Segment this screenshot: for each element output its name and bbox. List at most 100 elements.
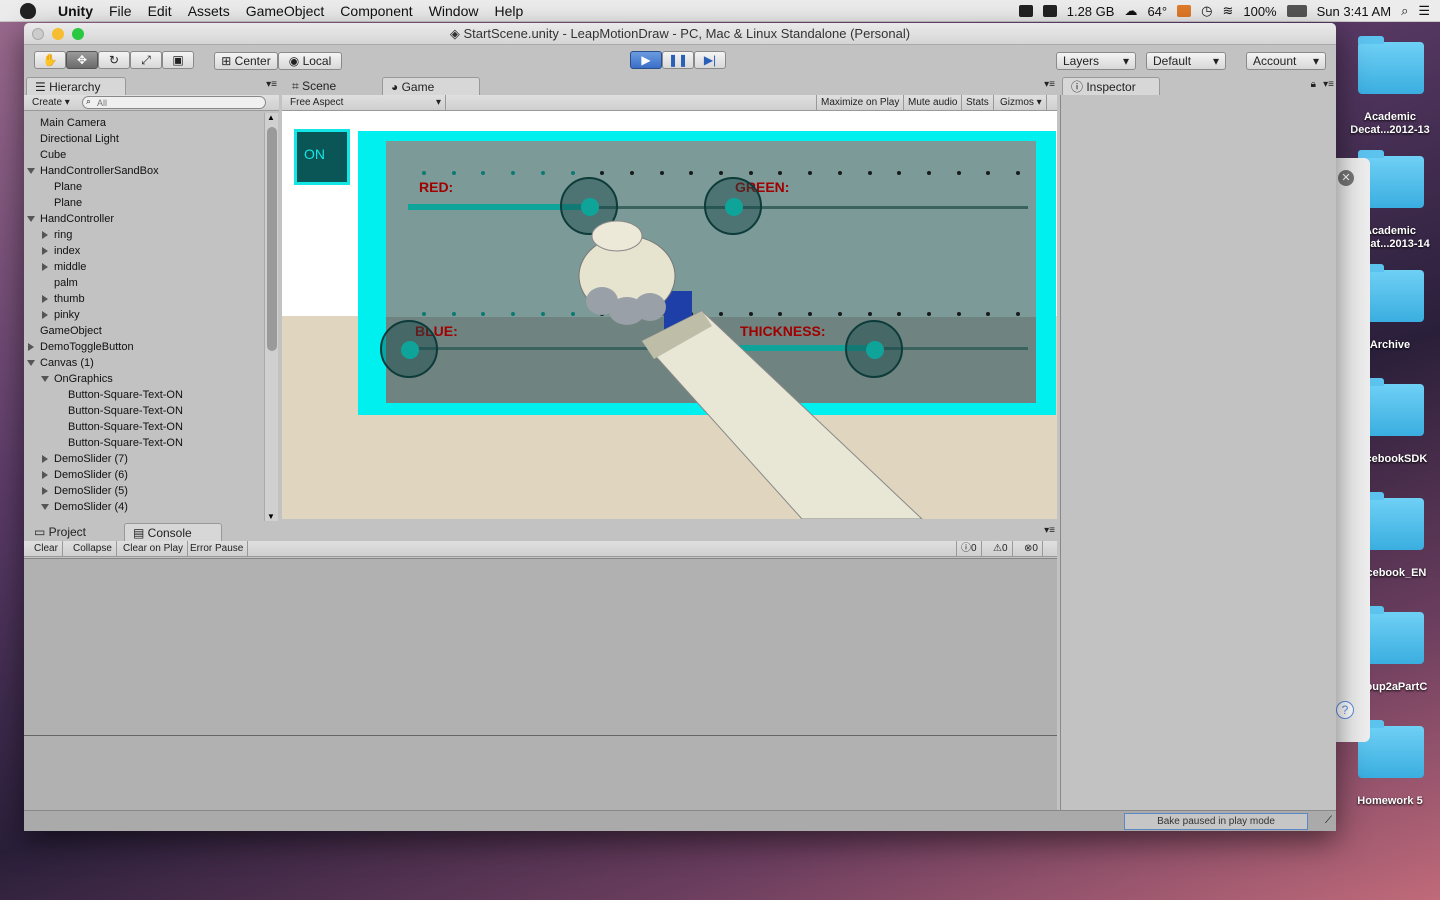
pivot-local-button[interactable]: ◉ Local <box>278 52 342 70</box>
resize-grip-icon[interactable]: ⟋ <box>1325 815 1332 826</box>
panel-menu-icon[interactable]: ▾≡ <box>1323 79 1334 90</box>
create-dropdown[interactable]: Create ▾ <box>28 95 74 110</box>
battery-percent[interactable]: 100% <box>1243 4 1276 19</box>
hierarchy-search-input[interactable] <box>82 96 266 109</box>
battery-app-icon[interactable] <box>1177 5 1192 17</box>
hierarchy-scrollbar[interactable]: ▲ ▼ <box>264 113 278 521</box>
menu-help[interactable]: Help <box>486 3 531 19</box>
panel-menu-icon[interactable]: ▾≡ <box>1044 525 1055 536</box>
hierarchy-item[interactable]: GameObject <box>40 323 102 339</box>
collapsed-arrow-icon[interactable] <box>42 455 48 463</box>
apple-icon[interactable] <box>20 2 36 19</box>
hierarchy-item[interactable]: Button-Square-Text-ON <box>68 387 183 403</box>
hierarchy-item[interactable]: Button-Square-Text-ON <box>68 403 183 419</box>
hand-tool-icon[interactable]: ✋ <box>34 51 66 69</box>
layout-dropdown[interactable]: Default ▾ <box>1146 52 1226 70</box>
scroll-down-icon[interactable]: ▼ <box>267 512 275 521</box>
notification-center-icon[interactable]: ☰ <box>1418 3 1430 19</box>
menu-component[interactable]: Component <box>332 3 420 19</box>
maximize-on-play-toggle[interactable]: Maximize on Play <box>816 95 905 110</box>
hierarchy-item[interactable]: OnGraphics <box>41 371 113 387</box>
hierarchy-item[interactable]: HandControllerSandBox <box>27 163 159 179</box>
game-view[interactable]: ON RED: GREEN: BLUE: THICKNESS: <box>282 111 1057 519</box>
lock-icon[interactable]: 🔒︎ <box>1311 79 1316 90</box>
pivot-center-button[interactable]: ⊞ Center <box>214 52 278 70</box>
clock[interactable]: Sun 3:41 AM <box>1317 4 1391 19</box>
help-icon[interactable]: ? <box>1336 701 1354 719</box>
close-window-button[interactable] <box>32 28 44 40</box>
step-button[interactable]: ▶| <box>694 51 726 69</box>
collapsed-arrow-icon[interactable] <box>42 295 48 303</box>
error-filter-toggle[interactable]: ⊗0 <box>1020 541 1043 556</box>
tab-project[interactable]: ▭ Project <box>26 523 122 541</box>
hierarchy-item[interactable]: HandController <box>27 211 114 227</box>
pause-button[interactable]: ❚❚ <box>662 51 694 69</box>
wifi-icon[interactable]: ≋ <box>1222 3 1233 19</box>
collapsed-arrow-icon[interactable] <box>42 263 48 271</box>
minimize-window-button[interactable] <box>52 28 64 40</box>
hierarchy-item[interactable]: palm <box>54 275 78 291</box>
move-tool-icon[interactable]: ✥ <box>66 51 98 69</box>
warning-filter-toggle[interactable]: ⚠0 <box>989 541 1013 556</box>
console-divider[interactable] <box>24 735 1057 736</box>
panel-menu-icon[interactable]: ▾≡ <box>1044 79 1055 90</box>
tab-hierarchy[interactable]: ☰ Hierarchy <box>26 77 126 95</box>
expanded-arrow-icon[interactable] <box>27 168 35 174</box>
hierarchy-item[interactable]: Main Camera <box>40 115 106 131</box>
menu-gameobject[interactable]: GameObject <box>238 3 333 19</box>
collapse-toggle[interactable]: Collapse <box>69 541 117 556</box>
weather-icon[interactable]: ☁ <box>1124 3 1137 19</box>
mute-audio-toggle[interactable]: Mute audio <box>904 95 963 110</box>
tab-game[interactable]: ◕ Game <box>382 77 480 95</box>
panel-menu-icon[interactable]: ▾≡ <box>266 79 277 90</box>
hierarchy-item[interactable]: index <box>42 243 80 259</box>
memory-icon[interactable] <box>1042 5 1057 17</box>
clear-on-play-toggle[interactable]: Clear on Play <box>119 541 189 556</box>
hierarchy-item[interactable]: DemoSlider (5) <box>42 483 128 499</box>
gizmos-dropdown[interactable]: Gizmos ▾ <box>996 95 1047 110</box>
expanded-arrow-icon[interactable] <box>41 504 49 510</box>
collapsed-arrow-icon[interactable] <box>42 231 48 239</box>
account-dropdown[interactable]: Account ▾ <box>1246 52 1326 70</box>
collapsed-arrow-icon[interactable] <box>42 471 48 479</box>
hierarchy-item[interactable]: ring <box>42 227 72 243</box>
play-button[interactable]: ▶ <box>630 51 662 69</box>
hierarchy-item[interactable]: DemoSlider (4) <box>41 499 128 515</box>
tab-console[interactable]: ▤ Console <box>124 523 222 541</box>
collapsed-arrow-icon[interactable] <box>42 247 48 255</box>
hierarchy-item[interactable]: thumb <box>42 291 85 307</box>
menu-assets[interactable]: Assets <box>180 3 238 19</box>
layers-dropdown[interactable]: Layers ▾ <box>1056 52 1136 70</box>
console-log-area[interactable] <box>24 558 1057 810</box>
hierarchy-item[interactable]: Plane <box>54 179 82 195</box>
scroll-thumb[interactable] <box>267 127 277 351</box>
adobe-icon[interactable] <box>1018 5 1033 17</box>
battery-icon[interactable] <box>1286 5 1307 17</box>
hierarchy-item[interactable]: Cube <box>40 147 66 163</box>
collapsed-arrow-icon[interactable] <box>28 343 34 351</box>
hierarchy-item[interactable]: Button-Square-Text-ON <box>68 435 183 451</box>
scroll-up-icon[interactable]: ▲ <box>267 113 275 122</box>
hierarchy-item[interactable]: Button-Square-Text-ON <box>68 419 183 435</box>
hierarchy-item[interactable]: middle <box>42 259 86 275</box>
menu-edit[interactable]: Edit <box>140 3 180 19</box>
expanded-arrow-icon[interactable] <box>27 360 35 366</box>
hierarchy-item[interactable]: Canvas (1) <box>27 355 94 371</box>
folder-label[interactable]: Homework 5 <box>1340 795 1440 808</box>
folder-label[interactable]: Academic Decat...2012-13 <box>1340 111 1440 137</box>
time-machine-icon[interactable]: ◷ <box>1201 3 1212 19</box>
menu-app[interactable]: Unity <box>50 3 101 19</box>
tab-inspector[interactable]: ⓘ Inspector <box>1062 77 1160 95</box>
error-pause-toggle[interactable]: Error Pause <box>186 541 249 556</box>
expanded-arrow-icon[interactable] <box>27 216 35 222</box>
collapsed-arrow-icon[interactable] <box>42 487 48 495</box>
rect-tool-icon[interactable]: ▣ <box>162 51 194 69</box>
zoom-window-button[interactable] <box>72 28 84 40</box>
aspect-dropdown[interactable]: Free Aspect ▾ <box>286 95 446 110</box>
hierarchy-item[interactable]: DemoToggleButton <box>28 339 134 355</box>
rotate-tool-icon[interactable]: ↻ <box>98 51 130 69</box>
hierarchy-item[interactable]: DemoSlider (7) <box>42 451 128 467</box>
tab-scene[interactable]: ⌗ Scene <box>284 77 374 95</box>
menu-file[interactable]: File <box>101 3 140 19</box>
menu-window[interactable]: Window <box>421 3 487 19</box>
